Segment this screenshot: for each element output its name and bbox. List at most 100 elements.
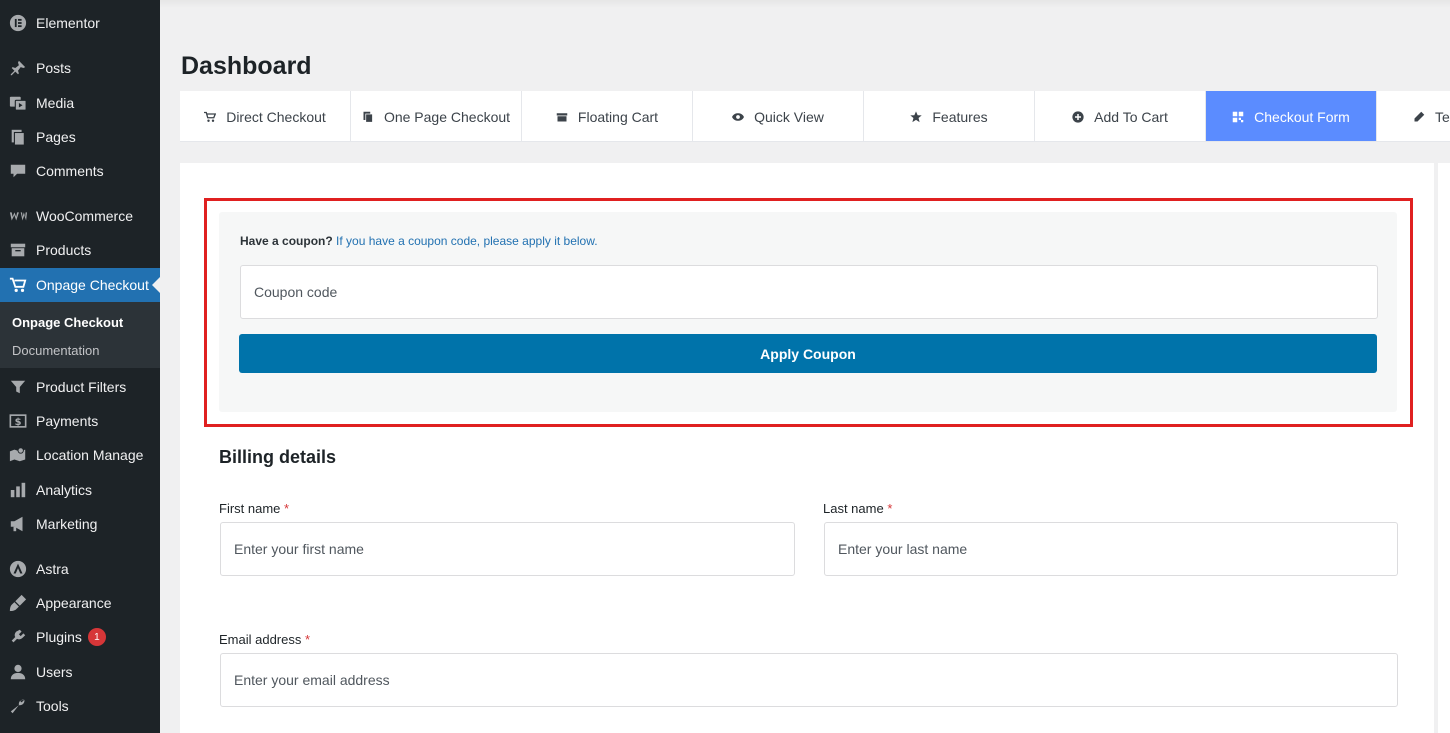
coupon-code-input[interactable] [240,265,1378,319]
coupon-link[interactable]: If you have a coupon code, please apply … [336,234,598,248]
cart-icon [8,275,28,295]
sidebar-item-label: Tools [36,698,69,714]
copy-icon [363,111,373,123]
sidebar-item-label: Product Filters [36,379,127,395]
tab-label: Quick View [754,108,824,125]
svg-text:$: $ [15,417,22,428]
sidebar-item-pages[interactable]: Pages [0,120,160,154]
sidebar-item-label: Onpage Checkout [36,277,149,293]
sidebar-item-label: Users [36,664,73,680]
user-icon [8,662,28,682]
tab-text[interactable]: Tex [1377,91,1450,141]
pin-icon [8,58,28,78]
sidebar-item-products[interactable]: Products [0,233,160,267]
admin-sidebar: Elementor Posts Media Pages Comments Woo… [0,0,160,733]
tab-floating-cart[interactable]: Floating Cart [522,91,693,141]
tab-add-to-cart[interactable]: Add To Cart [1035,91,1206,141]
sidebar-item-posts[interactable]: Posts [0,51,160,85]
required-mark: * [305,632,311,647]
sidebar-item-users[interactable]: Users [0,655,160,689]
pages-icon [8,127,28,147]
sidebar-item-label: Media [36,95,75,111]
sidebar-item-label: Analytics [36,482,93,498]
sidebar-item-onpage-checkout[interactable]: Onpage Checkout [0,268,160,302]
sidebar-item-woocommerce[interactable]: WooCommerce [0,199,160,233]
email-field[interactable] [220,653,1398,707]
tab-label: One Page Checkout [383,108,511,125]
tab-label: Direct Checkout [226,108,326,125]
astra-icon [8,559,28,579]
email-label: Email address * [219,632,310,647]
tab-label: Add To Cart [1094,108,1168,125]
media-icon [8,93,28,113]
feature-tabs: Direct Checkout One Page Checkout Floati… [180,91,1450,142]
sidebar-item-marketing[interactable]: Marketing [0,507,160,541]
sidebar-item-label: Marketing [36,516,98,532]
sidebar-item-elementor[interactable]: Elementor [0,6,160,40]
last-name-field[interactable] [824,522,1398,576]
apply-coupon-button[interactable]: Apply Coupon [239,334,1377,373]
side-panel [1438,163,1450,733]
cart-icon [204,111,217,122]
comment-icon [8,161,28,181]
page-title: Dashboard [181,52,312,80]
tab-label: Features [932,108,988,125]
grid-icon [1232,111,1244,122]
sidebar-item-media[interactable]: Media [0,86,160,120]
tab-one-page-checkout[interactable]: One Page Checkout [351,91,522,141]
coupon-question: Have a coupon? [240,234,333,248]
pencil-icon [1414,111,1425,121]
sidebar-item-analytics[interactable]: Analytics [0,473,160,507]
wrench-icon [8,696,28,716]
tab-checkout-form[interactable]: Checkout Form [1206,91,1377,141]
map-icon [8,445,28,465]
sidebar-item-label: Comments [36,163,104,179]
tab-label: Checkout Form [1254,108,1350,125]
sidebar-item-label: Appearance [36,595,112,611]
tab-features[interactable]: Features [864,91,1035,141]
sidebar-item-label: Payments [36,413,99,429]
sidebar-item-payments[interactable]: $ Payments [0,404,160,438]
megaphone-icon [8,514,28,534]
sidebar-item-label: WooCommerce [36,208,133,224]
top-shadow [160,0,1450,8]
sidebar-item-label: Products [36,242,92,258]
sidebar-item-plugins[interactable]: Plugins 1 [0,620,160,654]
sidebar-item-label: Plugins [36,629,82,645]
submenu-item-documentation[interactable]: Documentation [12,343,99,358]
submenu-item-onpage-checkout[interactable]: Onpage Checkout [12,315,123,330]
sidebar-submenu: Onpage Checkout Documentation [0,302,160,368]
chart-icon [8,480,28,500]
email-label-text: Email address [219,632,302,647]
first-name-label: First name * [219,501,289,516]
billing-details-heading: Billing details [219,447,337,467]
first-name-field[interactable] [220,522,795,576]
tab-quick-view[interactable]: Quick View [693,91,864,141]
woocommerce-icon [8,206,28,226]
sidebar-item-label: Elementor [36,15,100,31]
sidebar-item-label: Pages [36,129,76,145]
box-icon [556,112,568,121]
sidebar-item-appearance[interactable]: Appearance [0,586,160,620]
sidebar-item-label: Posts [36,60,72,76]
star-icon [910,110,923,122]
last-name-label: Last name * [823,501,892,516]
sidebar-item-product-filters[interactable]: Product Filters [0,370,160,404]
eye-icon [732,112,745,121]
tab-label: Floating Cart [577,108,659,125]
tab-label: Tex [1435,108,1450,125]
brush-icon [8,593,28,613]
tab-direct-checkout[interactable]: Direct Checkout [180,91,351,141]
filter-icon [8,377,28,397]
sidebar-item-tools[interactable]: Tools [0,689,160,723]
sidebar-item-comments[interactable]: Comments [0,154,160,188]
required-mark: * [887,501,893,516]
plugin-icon [8,627,28,647]
sidebar-item-location-manage[interactable]: Location Manage [0,438,160,472]
plus-circle-icon [1072,110,1084,123]
required-mark: * [284,501,290,516]
update-count-badge: 1 [87,628,106,646]
archive-icon [8,240,28,260]
sidebar-item-astra[interactable]: Astra [0,552,160,586]
coupon-prompt: Have a coupon? If you have a coupon code… [240,234,598,248]
